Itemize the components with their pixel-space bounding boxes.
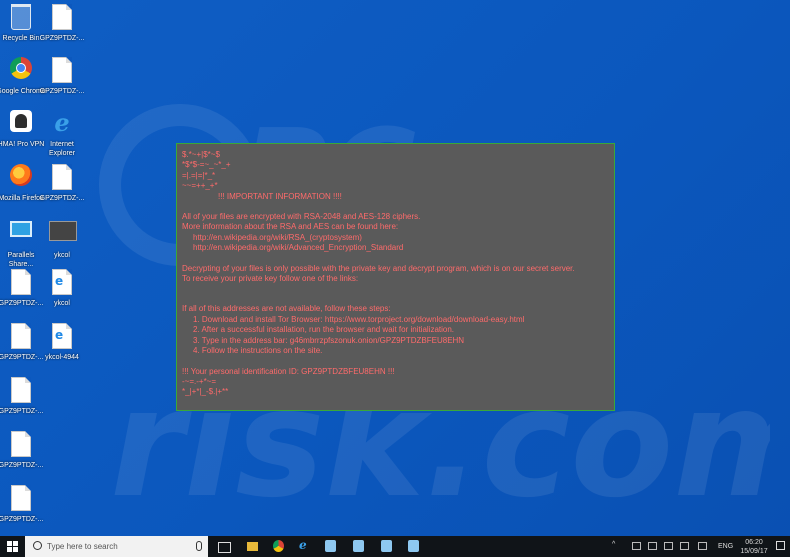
note-step: 4. Follow the instructions on the site. (193, 346, 323, 356)
tray-app-icon[interactable] (648, 542, 657, 550)
clock-date: 15/09/17 (740, 548, 768, 555)
file-icon (8, 485, 34, 513)
desktop-icon-encrypted-file[interactable]: GPZ9PTDZ-... (0, 429, 46, 470)
note-heading: !!! IMPORTANT INFORMATION !!!! (218, 191, 342, 201)
task-view-button[interactable] (214, 536, 234, 557)
notification-icon[interactable] (776, 541, 785, 550)
ascii-art-line: -~=.-+*~= (182, 376, 217, 386)
personal-id-line: !!! Your personal identification ID: GPZ… (182, 366, 395, 376)
firefox-icon (8, 164, 34, 192)
file-icon (8, 269, 34, 297)
taskbar-notepad[interactable] (376, 536, 396, 557)
icon-label: GPZ9PTDZ-... (0, 408, 44, 415)
taskbar-app[interactable] (348, 536, 368, 557)
photos-icon (408, 540, 419, 552)
desktop-icon-ykcol-html[interactable]: e ykcol (37, 267, 87, 308)
ransom-note-window: $.*~+|$*~$ *$*$-=~_~*_+ =|.=|=|*_* ~~=++… (176, 143, 615, 411)
taskbar-file-explorer[interactable] (242, 536, 262, 557)
file-icon (8, 377, 34, 405)
internet-explorer-icon: e (299, 538, 307, 552)
file-icon (8, 323, 34, 351)
html-file-icon: e (49, 269, 75, 297)
icon-label: Internet Explorer (48, 141, 76, 157)
desktop-icon-encrypted-file[interactable]: GPZ9PTDZ-... (37, 162, 87, 203)
ascii-art-line: *_|+*|_-$.|+** (182, 387, 229, 397)
desktop-icon-encrypted-file[interactable]: GPZ9PTDZ-... (37, 55, 87, 96)
note-step: 3. Type in the address bar: g46mbrrzpfsz… (193, 335, 465, 345)
desktop-icon-internet-explorer[interactable]: e Internet Explorer (37, 108, 87, 158)
ascii-art-line: ~~=++_+* (182, 181, 218, 191)
hma-vpn-icon (8, 110, 34, 138)
tray-app-icon[interactable] (632, 542, 641, 550)
html-file-icon: e (49, 323, 75, 351)
taskbar-internet-explorer[interactable]: e (294, 536, 314, 557)
network-share-icon (8, 221, 34, 249)
language-indicator[interactable]: ENG (718, 543, 733, 550)
chrome-icon (8, 57, 34, 85)
note-paragraph: Decrypting of your files is only possibl… (182, 263, 575, 273)
ascii-art-line: $.*~+|$*~$ (182, 150, 220, 159)
taskbar-store[interactable] (320, 536, 340, 557)
recycle-bin-icon (8, 4, 34, 32)
desktop-icon-encrypted-file[interactable]: GPZ9PTDZ-... (37, 2, 87, 43)
icon-label: ykcol (54, 252, 70, 259)
keyboard-icon[interactable] (698, 542, 707, 550)
note-link[interactable]: http://en.wikipedia.org/wiki/Advanced_En… (182, 243, 609, 253)
taskbar-chrome[interactable] (268, 536, 288, 557)
desktop-icon-encrypted-file[interactable]: GPZ9PTDZ-... (0, 483, 46, 524)
note-link[interactable]: http://en.wikipedia.org/wiki/RSA_(crypto… (182, 233, 609, 243)
system-tray: ^ ENG 06:20 15/09/17 (610, 536, 790, 557)
microphone-icon[interactable] (196, 541, 202, 551)
chevron-up-icon[interactable]: ^ (612, 541, 615, 548)
task-view-icon (218, 542, 231, 553)
note-paragraph: More information about the RSA and AES c… (182, 222, 399, 232)
note-step: 2. After a successful installation, run … (193, 325, 455, 335)
file-icon (8, 431, 34, 459)
clock[interactable]: 06:20 15/09/17 (738, 538, 770, 556)
desktop-icon-ykcol-4944[interactable]: e ykcol-4944 (37, 321, 87, 362)
clock-time: 06:20 (745, 539, 763, 546)
ascii-art-line: *$*$-=~_~*_+ (182, 160, 231, 170)
note-paragraph: All of your files are encrypted with RSA… (182, 212, 421, 222)
search-icon (33, 541, 42, 550)
note-paragraph: If all of this addresses are not availab… (182, 304, 391, 314)
icon-label: GPZ9PTDZ-... (39, 35, 85, 42)
desktop: PC risk.com Recycle Bin Google Chrome HM… (0, 0, 790, 536)
start-button[interactable] (0, 536, 24, 557)
app-icon (353, 540, 364, 552)
volume-icon[interactable] (680, 542, 689, 550)
folder-icon (247, 542, 258, 551)
internet-explorer-icon: e (54, 108, 70, 137)
notepad-icon (381, 540, 392, 552)
icon-label: ykcol-4944 (45, 354, 79, 361)
taskbar-photos[interactable] (403, 536, 423, 557)
ykcol-icon (49, 221, 77, 249)
store-icon (325, 540, 336, 552)
file-icon (49, 57, 75, 85)
desktop-icon-ykcol[interactable]: ykcol (37, 215, 87, 260)
taskbar-search-box[interactable]: Type here to search (25, 536, 208, 557)
taskbar: Type here to search e ^ ENG 06:20 15/09/… (0, 536, 790, 557)
windows-logo-icon (7, 541, 18, 552)
icon-label: ykcol (54, 300, 70, 307)
file-icon (49, 4, 75, 32)
file-icon (49, 164, 75, 192)
network-icon[interactable] (664, 542, 673, 550)
icon-label: GPZ9PTDZ-... (0, 462, 44, 469)
ascii-art-line: =|.=|=|*_* (182, 170, 216, 180)
icon-label: GPZ9PTDZ-... (39, 195, 85, 202)
icon-label: GPZ9PTDZ-... (0, 516, 44, 523)
search-placeholder: Type here to search (47, 542, 118, 551)
chrome-icon (273, 540, 284, 552)
note-paragraph: To receive your private key follow one o… (182, 274, 359, 284)
icon-label: GPZ9PTDZ-... (39, 88, 85, 95)
desktop-icon-encrypted-file[interactable]: GPZ9PTDZ-... (0, 375, 46, 416)
note-step: 1. Download and install Tor Browser: htt… (193, 314, 525, 324)
